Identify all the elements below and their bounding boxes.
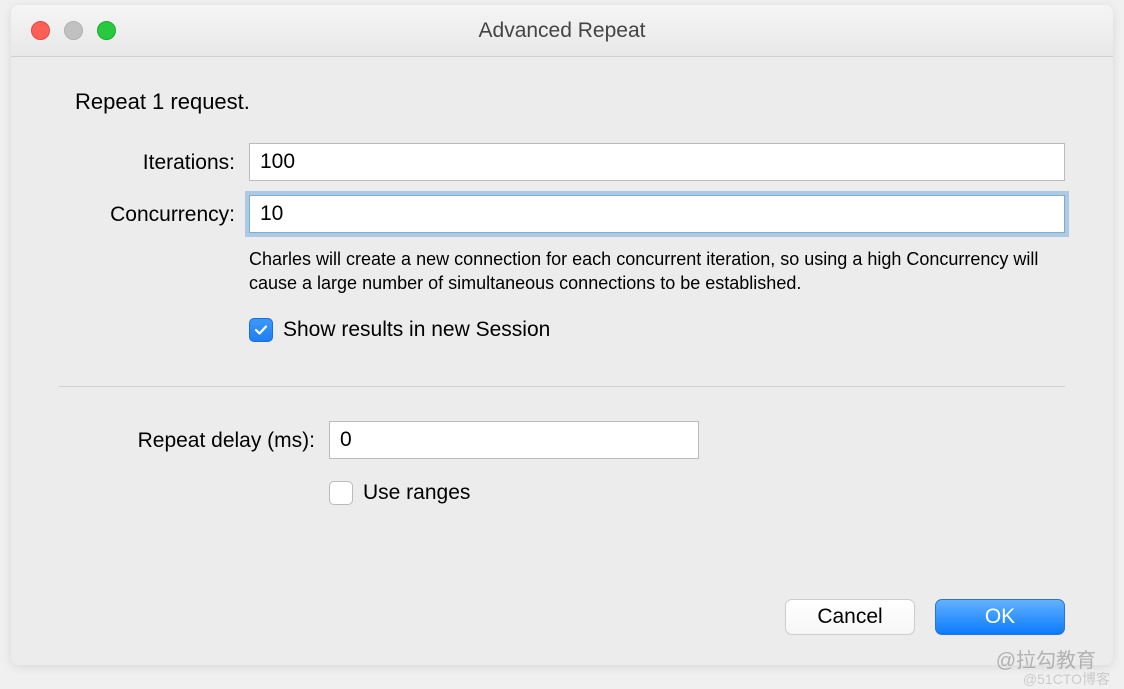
dialog-heading: Repeat 1 request. [75, 89, 1065, 115]
maximize-icon[interactable] [97, 21, 116, 40]
traffic-lights [11, 21, 116, 40]
show-results-checkbox[interactable] [249, 318, 273, 342]
close-icon[interactable] [31, 21, 50, 40]
iterations-row: Iterations: [59, 143, 1065, 181]
use-ranges-row[interactable]: Use ranges [329, 481, 1065, 505]
divider [59, 386, 1065, 387]
repeat-delay-label: Repeat delay (ms): [59, 421, 329, 453]
window-title: Advanced Repeat [479, 19, 646, 43]
iterations-label: Iterations: [59, 143, 249, 175]
dialog-window: Advanced Repeat Repeat 1 request. Iterat… [11, 5, 1113, 665]
minimize-icon[interactable] [64, 21, 83, 40]
concurrency-row: Concurrency: Charles will create a new c… [59, 195, 1065, 342]
show-results-row[interactable]: Show results in new Session [249, 318, 1065, 342]
titlebar: Advanced Repeat [11, 5, 1113, 57]
concurrency-input[interactable] [249, 195, 1065, 233]
dialog-content: Repeat 1 request. Iterations: Concurrenc… [11, 57, 1113, 665]
watermark-secondary: @51CTO博客 [1023, 669, 1110, 689]
check-icon [253, 322, 269, 338]
concurrency-help: Charles will create a new connection for… [249, 247, 1049, 296]
use-ranges-checkbox[interactable] [329, 481, 353, 505]
show-results-label: Show results in new Session [283, 318, 550, 342]
repeat-delay-row: Repeat delay (ms): Use ranges [59, 421, 1065, 505]
cancel-button[interactable]: Cancel [785, 599, 915, 635]
button-row: Cancel OK [59, 599, 1065, 641]
ok-button[interactable]: OK [935, 599, 1065, 635]
iterations-input[interactable] [249, 143, 1065, 181]
use-ranges-label: Use ranges [363, 481, 470, 505]
repeat-delay-input[interactable] [329, 421, 699, 459]
concurrency-label: Concurrency: [59, 195, 249, 227]
